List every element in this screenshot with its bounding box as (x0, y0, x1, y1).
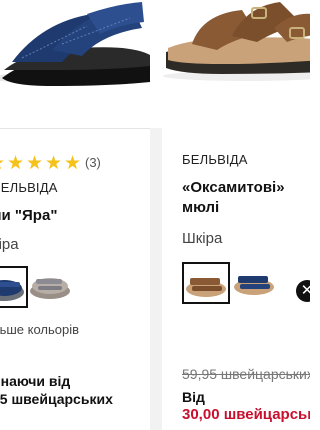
product-material: кіра (0, 236, 19, 253)
product-title[interactable]: ли "Яра" (0, 206, 57, 225)
color-swatch-blue[interactable] (232, 262, 276, 300)
product-card-yara[interactable]: ★★★★★(3) БЕЛЬВІДА ли "Яра" кіра льше кол… (0, 0, 150, 430)
color-swatch-grey[interactable] (28, 266, 72, 304)
star-icon: ★ (26, 153, 44, 174)
old-price: 59,95 швейцарських (182, 366, 310, 382)
color-swatch-navy[interactable] (0, 266, 28, 308)
product-brand: БЕЛЬВІДА (182, 152, 248, 167)
brown-swatch-icon (186, 278, 226, 297)
navy-sandal-image (0, 2, 150, 86)
product-image-oksamytovi[interactable] (162, 0, 310, 112)
sale-price: 30,00 швейцарських (182, 406, 310, 423)
brown-sandal-image (163, 2, 310, 81)
star-icon: ★ (64, 153, 82, 174)
more-colors-link[interactable]: льше кольорів (0, 322, 79, 337)
product-brand: БЕЛЬВІДА (0, 180, 58, 195)
card-gutter (150, 128, 162, 430)
rating-stars[interactable]: ★★★★★(3) (0, 154, 101, 174)
grey-swatch-icon (30, 278, 70, 299)
product-material: Шкіра (182, 230, 223, 247)
star-icon: ★ (7, 153, 25, 174)
product-image-yara[interactable] (0, 0, 150, 112)
price-from-label: инаючи від (0, 373, 71, 389)
star-icon: ★ (45, 153, 63, 174)
product-title[interactable]: «Оксамитові» (182, 178, 285, 197)
product-title-line2[interactable]: мюлі (182, 198, 219, 217)
color-swatch-brown[interactable] (182, 262, 230, 304)
price-from-label: Від (182, 389, 205, 405)
product-grid: ★★★★★(3) БЕЛЬВІДА ли "Яра" кіра льше кол… (0, 0, 310, 430)
card-divider (0, 128, 150, 129)
blue-swatch-icon (234, 276, 274, 295)
rating-count: (3) (85, 155, 101, 170)
price-value: 95 швейцарських (0, 391, 113, 407)
product-card-oksamytovi[interactable]: БЕЛЬВІДА «Оксамитові» мюлі Шкіра 59,95 ш… (162, 0, 310, 430)
navy-swatch-icon (0, 280, 24, 301)
star-icon: ★ (0, 154, 7, 174)
